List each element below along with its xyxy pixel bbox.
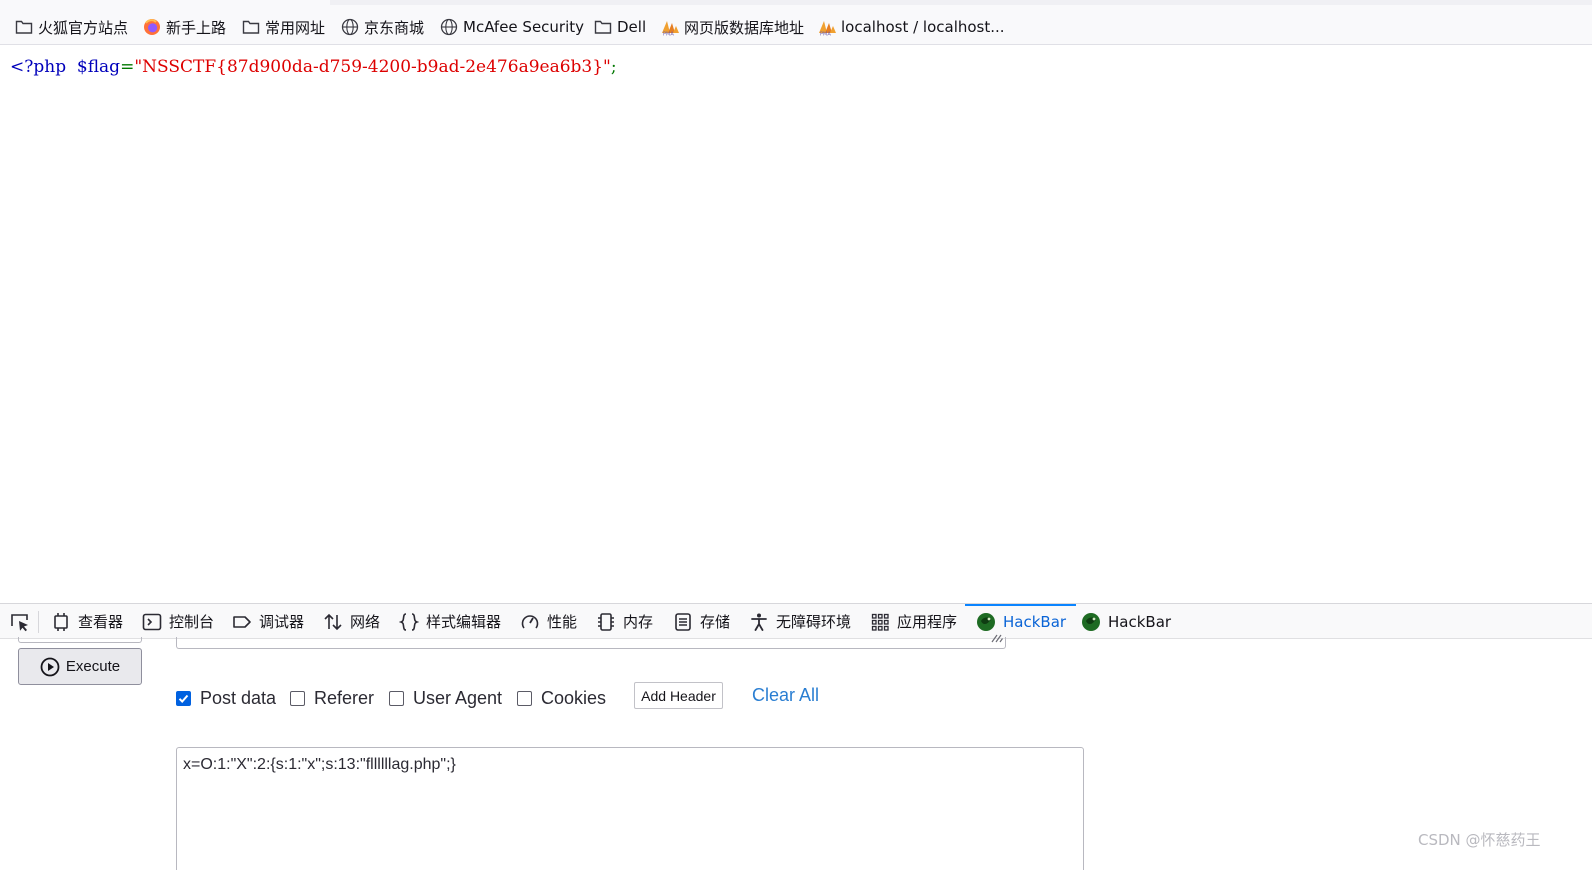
console-icon [141, 611, 163, 633]
performance-icon [519, 611, 541, 633]
bookmark-getting-started[interactable]: 新手上路 [142, 15, 226, 39]
network-icon [322, 611, 344, 633]
bookmark-label: McAfee Security [463, 18, 585, 36]
tab-label: HackBar [1003, 612, 1067, 631]
debugger-icon [231, 611, 253, 633]
hackbar-icon [1080, 611, 1102, 633]
csdn-watermark: CSDN @怀慈药王 [1418, 831, 1541, 849]
tab-strip-edge [330, 0, 1592, 5]
inspector-icon [50, 611, 72, 633]
clear-all-link[interactable]: Clear All [752, 685, 819, 706]
svg-text:PMA: PMA [820, 32, 831, 37]
bookmark-mcafee-security[interactable]: McAfee Security [439, 15, 584, 39]
element-picker-button[interactable] [9, 604, 31, 639]
bookmark-label: localhost / localhost... [841, 18, 1005, 36]
flag-string: "NSSCTF{87d900da-d759-4200-b9ad-2e476a9e… [134, 57, 611, 77]
cookies-option[interactable]: Cookies [517, 686, 606, 710]
memory-icon [595, 611, 617, 633]
previous-button-edge[interactable] [18, 637, 142, 643]
devtools-panel: 查看器 控制台 调试器 网络 样式编辑器 性能 内存 存储 无障碍环境 应用程序… [0, 603, 1592, 870]
execute-button[interactable]: Execute [18, 648, 142, 685]
tab-style-editor[interactable]: 样式编辑器 [398, 604, 501, 639]
firefox-icon [142, 17, 162, 37]
tab-inspector[interactable]: 查看器 [50, 604, 123, 639]
tab-label: 样式编辑器 [426, 613, 502, 631]
add-header-button[interactable]: Add Header [634, 682, 723, 709]
option-label: Cookies [541, 687, 607, 708]
pick-element-icon [9, 611, 31, 633]
devtools-toolbar: 查看器 控制台 调试器 网络 样式编辑器 性能 内存 存储 无障碍环境 应用程序… [0, 603, 1592, 639]
play-icon [40, 657, 60, 677]
folder-icon [14, 17, 34, 37]
tab-network[interactable]: 网络 [322, 604, 380, 639]
user-agent-checkbox[interactable] [389, 690, 404, 706]
bookmark-huohu-official[interactable]: 火狐官方站点 [14, 15, 128, 39]
tab-label: 控制台 [169, 613, 215, 631]
option-label: Post data [200, 687, 277, 708]
post-data-option[interactable]: Post data [176, 686, 276, 710]
bookmark-label: 火狐官方站点 [38, 18, 129, 37]
phpmyadmin-icon: PMA [817, 17, 837, 37]
cookies-checkbox[interactable] [517, 690, 532, 706]
resize-grip-icon[interactable] [989, 628, 1003, 647]
tab-accessibility[interactable]: 无障碍环境 [748, 604, 851, 639]
php-variable: $flag [76, 57, 121, 77]
url-textarea[interactable] [176, 634, 1006, 649]
option-label: Referer [314, 687, 375, 708]
execute-label: Execute [65, 658, 121, 675]
storage-icon [672, 611, 694, 633]
tab-label: 性能 [547, 613, 578, 631]
folder-icon [241, 17, 261, 37]
bookmark-localhost[interactable]: PMA localhost / localhost... [817, 15, 1005, 39]
option-label: User Agent [413, 687, 503, 708]
tab-debugger[interactable]: 调试器 [231, 604, 304, 639]
tab-performance[interactable]: 性能 [519, 604, 577, 639]
bookmark-common-sites[interactable]: 常用网址 [241, 15, 325, 39]
php-semicolon: ; [610, 57, 617, 77]
tab-application[interactable]: 应用程序 [869, 604, 957, 639]
tab-label: 内存 [623, 613, 654, 631]
tab-label: HackBar [1108, 612, 1172, 631]
svg-text:PMA: PMA [663, 32, 674, 37]
style-editor-icon [398, 611, 420, 633]
tab-label: 存储 [700, 613, 731, 631]
php-source: <?php $flag="NSSCTF{87d900da-d759-4200-b… [10, 55, 617, 79]
tab-storage[interactable]: 存储 [672, 604, 730, 639]
tab-label: 无障碍环境 [776, 613, 852, 631]
bookmark-label: 京东商城 [364, 18, 425, 37]
bookmark-dell[interactable]: Dell [593, 15, 646, 39]
php-assign-operator: = [120, 57, 135, 77]
phpmyadmin-icon: PMA [660, 17, 680, 37]
bookmark-label: 新手上路 [166, 18, 227, 37]
referer-option[interactable]: Referer [290, 686, 374, 710]
tab-memory[interactable]: 内存 [595, 604, 653, 639]
user-agent-option[interactable]: User Agent [389, 686, 502, 710]
tab-hackbar-2[interactable]: HackBar [1080, 604, 1171, 639]
bookmark-label: Dell [617, 18, 647, 36]
folder-icon [593, 17, 613, 37]
bookmarks-toolbar: 火狐官方站点 新手上路 常用网址 京东商城 McAfee Security De… [0, 0, 1592, 45]
post-data-checkbox[interactable] [176, 690, 191, 706]
post-data-textarea[interactable]: x=O:1:"X":2:{s:1:"x";s:13:"fllllllag.php… [176, 747, 1084, 870]
bookmark-label: 网页版数据库地址 [684, 18, 805, 37]
hackbar-panel: Execute Post data Referer User Agent Coo… [0, 634, 1592, 870]
globe-icon [340, 17, 360, 37]
bookmark-label: 常用网址 [265, 18, 326, 37]
tab-label: 查看器 [78, 613, 124, 631]
toolbar-separator [38, 611, 39, 633]
tab-label: 网络 [350, 613, 381, 631]
php-open-tag: <?php [10, 57, 67, 77]
referer-checkbox[interactable] [290, 690, 305, 706]
tab-console[interactable]: 控制台 [141, 604, 214, 639]
tab-label: 调试器 [259, 613, 305, 631]
globe-icon [439, 17, 459, 37]
accessibility-icon [748, 611, 770, 633]
application-icon [869, 611, 891, 633]
tab-label: 应用程序 [897, 613, 958, 631]
bookmark-web-db-address[interactable]: PMA 网页版数据库地址 [660, 15, 804, 39]
bookmark-jd-mall[interactable]: 京东商城 [340, 15, 424, 39]
